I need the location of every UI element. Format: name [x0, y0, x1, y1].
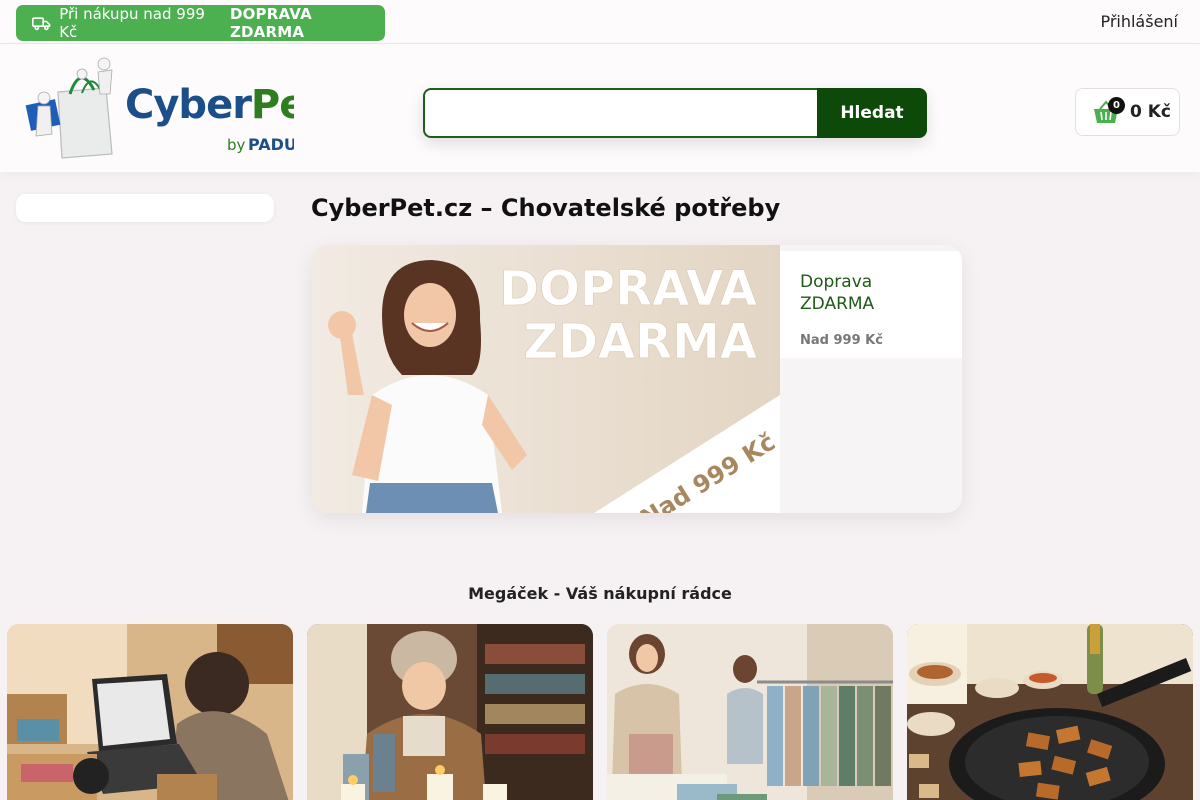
guide-tile-cooking[interactable] [907, 624, 1193, 800]
top-bar: Při nákupu nad 999 Kč DOPRAVA ZDARMA Při… [0, 0, 1200, 44]
page-title: CyberPet.cz – Chovatelské potřeby [311, 194, 781, 222]
banner-headline-line2: ZDARMA [523, 314, 757, 370]
shipping-highlight: DOPRAVA ZDARMA [229, 5, 312, 41]
site-logo[interactable]: CyberPet by PADU [22, 54, 325, 164]
banner-caption-title: Doprava ZDARMA [800, 272, 875, 314]
search-input[interactable] [423, 88, 817, 138]
banner-caption-subtitle: Nad 999 Kč [800, 333, 883, 348]
login-link[interactable]: Přihlášení [1100, 12, 1178, 31]
site-header: CyberPet by PADU Hledat 0 0 Kč [0, 44, 1200, 172]
banner-headline-line1: DOPRAVA [499, 261, 757, 317]
logo-byline-by: by [227, 136, 246, 154]
clothing-store-image [607, 624, 893, 800]
guide-tile-clothing-store[interactable] [607, 624, 893, 800]
guide-section-title: Megáček - Váš nákupní rádce [468, 584, 732, 603]
cart-count-badge: 0 [1108, 97, 1125, 114]
guide-tile-online-shopping[interactable] [7, 624, 293, 800]
cooking-image [907, 624, 1193, 800]
guide-tile-candles[interactable] [307, 624, 593, 800]
guide-tiles [7, 624, 1197, 800]
free-shipping-banner[interactable]: Při nákupu nad 999 Kč DOPRAVA ZDARMA [16, 5, 385, 41]
promo-banner[interactable]: DOPRAVA ZDARMA Nad 999 Kč Doprava ZDARMA… [312, 245, 962, 513]
cart-total: 0 Kč [1130, 102, 1171, 122]
promo-banner-image[interactable]: DOPRAVA ZDARMA Nad 999 Kč [312, 245, 780, 513]
candles-image [307, 624, 593, 800]
search-button[interactable]: Hledat [817, 88, 927, 138]
logo-text-cyber: CyberPet [125, 82, 294, 128]
shipping-text: Při nákupu nad 999 Kč [59, 5, 205, 41]
cart-button[interactable]: 0 0 Kč [1075, 88, 1180, 136]
logo-byline-brand: PADU [248, 135, 294, 154]
search-bar: Hledat [423, 88, 927, 138]
truck-icon [32, 17, 51, 31]
online-shopping-image [7, 624, 293, 800]
category-sidebar[interactable] [16, 194, 274, 222]
banner-caption[interactable]: Doprava ZDARMA Nad 999 Kč [780, 251, 962, 358]
logo-graphic: CyberPet by PADU [25, 57, 325, 159]
